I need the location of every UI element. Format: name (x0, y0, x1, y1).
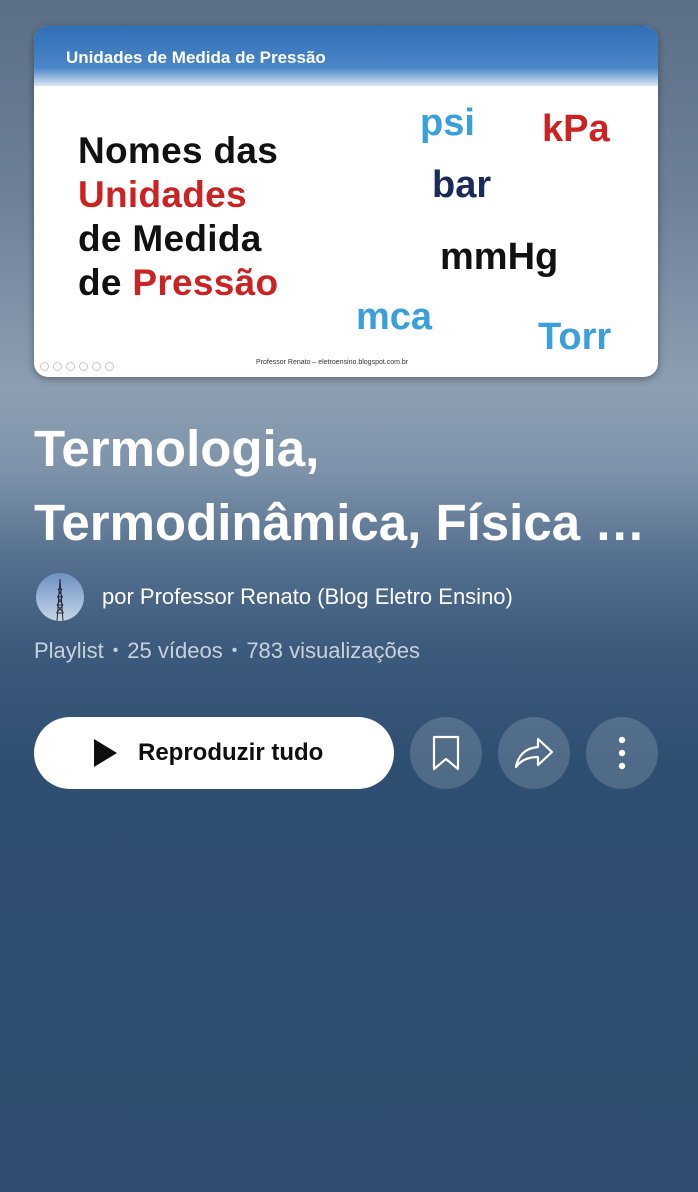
slide-control-icon (66, 362, 75, 371)
playlist-title-line-2: Termodinâmica, Física e Química (34, 494, 664, 551)
unit-mmhg: mmHg (440, 236, 559, 278)
unit-kpa: kPa (542, 108, 610, 150)
play-icon (94, 739, 117, 767)
unit-mca: mca (356, 296, 433, 338)
slide-header-title: Unidades de Medida de Pressão (66, 48, 326, 67)
slide-header-bar: Unidades de Medida de Pressão (34, 26, 658, 86)
slide-line-4-highlight: Pressão (132, 262, 279, 303)
author-name[interactable]: por Professor Renato (Blog Eletro Ensino… (102, 584, 513, 610)
slide-control-icon (79, 362, 88, 371)
unit-psi: psi (420, 102, 475, 144)
bookmark-icon (432, 735, 460, 771)
video-count: 25 vídeos (127, 638, 223, 663)
share-button[interactable] (498, 717, 570, 789)
unit-bar: bar (432, 164, 492, 206)
meta-separator: • (112, 642, 119, 659)
play-all-button[interactable]: Reproduzir tudo (34, 717, 394, 789)
slide-line-4-prefix: de (78, 262, 133, 303)
save-playlist-button[interactable] (410, 717, 482, 789)
slide-control-icon (53, 362, 62, 371)
play-all-label: Reproduzir tudo (138, 739, 324, 766)
share-icon (514, 737, 554, 769)
author-row[interactable]: por Professor Renato (Blog Eletro Ensino… (36, 573, 513, 621)
slide-line-2: Unidades (78, 174, 247, 215)
avatar[interactable] (36, 573, 84, 621)
unit-torr: Torr (538, 316, 612, 358)
tower-icon (56, 579, 64, 621)
playlist-type: Playlist (34, 638, 104, 663)
view-count: 783 visualizações (246, 638, 420, 663)
slide-line-3: de Medida (78, 218, 262, 259)
more-vertical-icon (618, 736, 626, 770)
slide-control-icon (105, 362, 114, 371)
more-options-button[interactable] (586, 717, 658, 789)
slide-line-4: de Pressão (78, 262, 278, 304)
playlist-meta: Playlist • 25 vídeos • 783 visualizações (34, 638, 420, 664)
slide-control-icon (40, 362, 49, 371)
slide-line-1: Nomes das (78, 130, 279, 171)
playlist-title: Termologia, Termodinâmica, Física e Quím… (34, 412, 664, 560)
slide-control-icon (92, 362, 101, 371)
slide-control-icons (40, 362, 130, 372)
playlist-title-line-1: Termologia, (34, 420, 320, 477)
playlist-thumbnail[interactable]: Unidades de Medida de Pressão Nomes das … (34, 26, 658, 377)
slide-credit: Professor Renato – eletroensino.blogspot… (256, 359, 409, 366)
meta-separator: • (231, 642, 238, 659)
